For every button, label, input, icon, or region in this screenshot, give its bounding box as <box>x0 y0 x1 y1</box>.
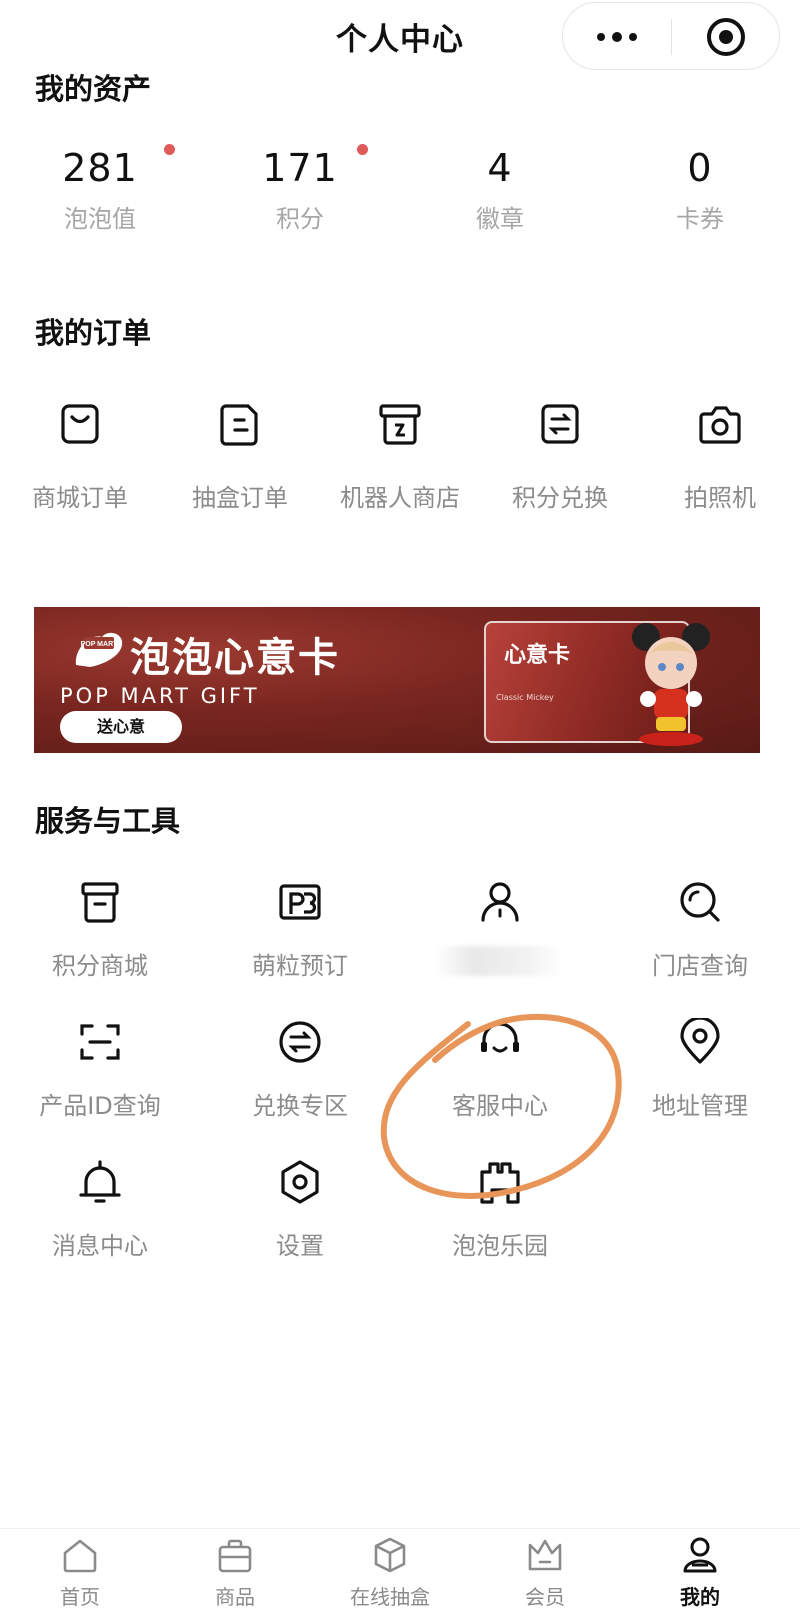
orders-title: 我的订单 <box>35 316 152 350</box>
service-label: 兑换专区 <box>252 1092 348 1120</box>
park-icon <box>476 1158 524 1206</box>
asset-value: 4 <box>487 146 513 190</box>
card-title: 心意卡 <box>504 643 571 668</box>
more-dots-icon[interactable] <box>563 3 671 71</box>
order-photo-booth[interactable]: 拍照机 <box>640 400 800 513</box>
exchange-icon <box>276 1018 324 1066</box>
tab-membership[interactable]: 会员 <box>465 1535 625 1610</box>
bottom-tab-bar: 首页 商品 在线抽盒 会员 我的 <box>0 1528 800 1622</box>
mickey-figure-image <box>626 621 716 747</box>
asset-value: 0 <box>687 146 713 190</box>
crown-icon <box>525 1535 565 1575</box>
asset-badge-dot <box>357 144 368 155</box>
service-store-search[interactable]: 门店查询 <box>600 878 800 980</box>
store-search-icon <box>676 878 724 926</box>
scan-icon <box>76 1018 124 1066</box>
order-robot-store[interactable]: 机器人商店 <box>320 400 480 513</box>
services-title: 服务与工具 <box>35 804 181 838</box>
shopping-bag-icon <box>56 400 104 448</box>
service-customer-service[interactable]: 客服中心 <box>400 1018 600 1120</box>
asset-bubble-value[interactable]: 281 泡泡值 <box>0 145 200 234</box>
points-exchange-icon <box>536 400 584 448</box>
service-settings[interactable]: 设置 <box>200 1158 400 1260</box>
order-mall[interactable]: 商城订单 <box>0 400 160 513</box>
service-messages[interactable]: 消息中心 <box>0 1158 200 1260</box>
service-label: 积分商城 <box>52 952 148 980</box>
service-points-mall[interactable]: 积分商城 <box>0 878 200 980</box>
service-address[interactable]: 地址管理 <box>600 1016 800 1120</box>
blind-box-order-icon <box>216 400 264 448</box>
send-gift-button[interactable]: 送心意 <box>60 711 182 743</box>
card-subtitle: Classic Mickey <box>496 693 554 702</box>
shopping-bag-icon <box>215 1535 255 1575</box>
service-label <box>400 946 600 978</box>
asset-badge-dot <box>164 144 175 155</box>
tab-label: 在线抽盒 <box>350 1585 430 1609</box>
tab-products[interactable]: 商品 <box>155 1535 315 1610</box>
pop-mart-logo: POP MART <box>72 627 126 671</box>
gift-card-banner[interactable]: POP MART 泡泡心意卡 POP MART GIFT 送心意 心意卡 Cla… <box>34 607 760 753</box>
top-bar: 个人中心 <box>0 0 800 72</box>
order-label: 积分兑换 <box>512 484 608 512</box>
order-blind-box[interactable]: 抽盒订单 <box>160 400 320 513</box>
points-mall-icon <box>76 878 124 926</box>
tab-label: 我的 <box>680 1585 720 1609</box>
service-label: 门店查询 <box>652 952 748 980</box>
order-label: 机器人商店 <box>340 484 460 512</box>
asset-points[interactable]: 171 积分 <box>200 145 400 234</box>
location-icon <box>676 1016 724 1066</box>
order-label: 拍照机 <box>684 484 756 512</box>
banner-subtitle: POP MART GIFT <box>60 684 260 708</box>
order-label: 抽盒订单 <box>192 484 288 512</box>
asset-badges[interactable]: 4 徽章 <box>400 145 600 234</box>
asset-coupons[interactable]: 0 卡券 <box>600 145 800 234</box>
asset-label: 徽章 <box>476 205 524 233</box>
asset-label: 积分 <box>276 205 324 233</box>
assets-title: 我的资产 <box>35 72 152 106</box>
service-label: 产品ID查询 <box>39 1092 161 1120</box>
order-label: 商城订单 <box>32 484 128 512</box>
service-label: 萌粒预订 <box>252 952 348 980</box>
tab-online-blind-box[interactable]: 在线抽盒 <box>310 1535 470 1610</box>
camera-icon <box>696 400 744 448</box>
home-icon <box>60 1535 100 1575</box>
order-points-exchange[interactable]: 积分兑换 <box>480 400 640 513</box>
service-label: 客服中心 <box>452 1092 548 1120</box>
mengli-reserve-icon <box>276 878 324 926</box>
asset-label: 卡券 <box>676 205 724 233</box>
tab-mine[interactable]: 我的 <box>620 1535 780 1610</box>
bell-icon <box>76 1158 124 1206</box>
settings-icon <box>276 1158 324 1206</box>
service-mengli-reserve[interactable]: 萌粒预订 <box>200 878 400 980</box>
profile-icon <box>680 1535 720 1575</box>
cube-icon <box>370 1535 410 1575</box>
mini-program-capsule <box>562 2 780 70</box>
asset-value: 171 <box>262 146 338 190</box>
user-icon <box>476 878 524 926</box>
service-blurred[interactable] <box>400 878 600 978</box>
blurred-label <box>435 946 565 976</box>
headset-icon <box>476 1018 524 1066</box>
service-label: 设置 <box>276 1232 324 1260</box>
service-label: 泡泡乐园 <box>452 1232 548 1260</box>
tab-label: 商品 <box>215 1585 255 1609</box>
banner-title: 泡泡心意卡 <box>130 635 340 681</box>
service-label: 地址管理 <box>652 1092 748 1120</box>
logo-text: POP MART <box>81 641 119 648</box>
asset-label: 泡泡值 <box>64 205 136 233</box>
service-product-id[interactable]: 产品ID查询 <box>0 1018 200 1120</box>
target-icon[interactable] <box>672 3 780 71</box>
service-bubble-park[interactable]: 泡泡乐园 <box>400 1158 600 1260</box>
tab-label: 首页 <box>60 1585 100 1609</box>
tab-label: 会员 <box>525 1585 565 1609</box>
service-exchange-zone[interactable]: 兑换专区 <box>200 1018 400 1120</box>
robot-store-icon <box>376 400 424 448</box>
service-label: 消息中心 <box>52 1232 148 1260</box>
tab-home[interactable]: 首页 <box>0 1535 160 1610</box>
